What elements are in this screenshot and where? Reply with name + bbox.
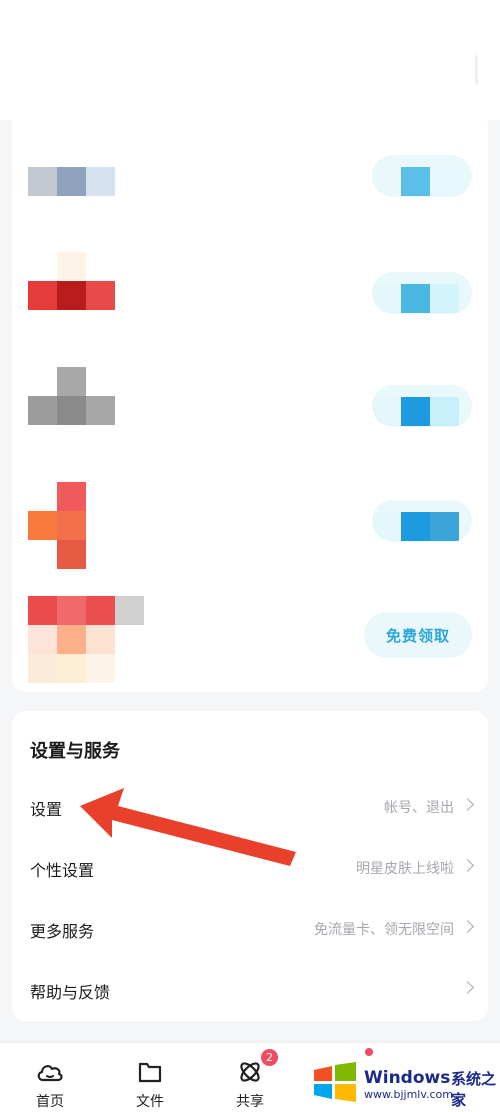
more-services-row-hint: 免流量卡、领无限空间 xyxy=(314,922,454,938)
section-title: 设置与服务 xyxy=(30,741,120,762)
chevron-right-icon xyxy=(461,859,474,872)
more-services-row-label: 更多服务 xyxy=(30,922,95,941)
tab-share[interactable]: 2 共享 xyxy=(205,1043,295,1112)
personalization-row[interactable]: 个性设置 明星皮肤上线啦 xyxy=(12,839,488,899)
tab-home[interactable]: 首页 xyxy=(5,1043,95,1112)
promo-action-pixelated[interactable] xyxy=(372,385,472,427)
settings-services-card: 设置与服务 设置 帐号、退出 个性设置 明星皮肤上线啦 更多服务 免流量卡、领无… xyxy=(12,711,488,1021)
cloud-icon xyxy=(37,1065,63,1082)
watermark-url: www.bjjmlv.com xyxy=(364,1088,453,1101)
watermark-cn: 系统之家 xyxy=(451,1070,497,1109)
settings-row-hint: 帐号、退出 xyxy=(384,800,454,816)
notification-dot xyxy=(365,1048,373,1056)
promo-card: 免费领取 xyxy=(12,112,488,692)
promo-action-pixelated[interactable] xyxy=(372,155,472,197)
folder-icon xyxy=(138,1062,162,1083)
chevron-right-icon xyxy=(461,920,474,933)
promo-row[interactable] xyxy=(12,137,488,237)
tab-files-label: 文件 xyxy=(136,1094,164,1110)
help-feedback-row[interactable]: 帮助与反馈 xyxy=(12,961,488,1021)
personalization-row-label: 个性设置 xyxy=(30,861,95,880)
windows-logo-icon xyxy=(314,1062,356,1102)
watermark: Windows 系统之家 www.bjjmlv.com xyxy=(306,1056,500,1109)
personalization-row-hint: 明星皮肤上线啦 xyxy=(356,861,454,877)
tab-home-label: 首页 xyxy=(36,1094,64,1110)
promo-action-pixelated[interactable] xyxy=(372,272,472,314)
tab-files[interactable]: 文件 xyxy=(105,1043,195,1112)
settings-row-label: 设置 xyxy=(30,800,63,819)
more-services-row[interactable]: 更多服务 免流量卡、领无限空间 xyxy=(12,900,488,960)
help-feedback-row-label: 帮助与反馈 xyxy=(30,983,111,1002)
share-icon xyxy=(240,1062,260,1082)
top-header-area xyxy=(0,0,500,120)
promo-row[interactable]: 免费领取 xyxy=(12,596,488,696)
scroll-indicator xyxy=(475,55,478,85)
free-claim-button[interactable]: 免费领取 xyxy=(364,612,472,658)
promo-row[interactable] xyxy=(12,252,488,352)
promo-row[interactable] xyxy=(12,482,488,582)
promo-row[interactable] xyxy=(12,367,488,467)
settings-row[interactable]: 设置 帐号、退出 xyxy=(12,778,488,838)
chevron-right-icon xyxy=(461,981,474,994)
chevron-right-icon xyxy=(461,798,474,811)
tab-share-label: 共享 xyxy=(236,1094,264,1110)
promo-action-pixelated[interactable] xyxy=(372,500,472,542)
share-badge: 2 xyxy=(261,1049,278,1066)
watermark-brand: Windows xyxy=(364,1068,451,1088)
